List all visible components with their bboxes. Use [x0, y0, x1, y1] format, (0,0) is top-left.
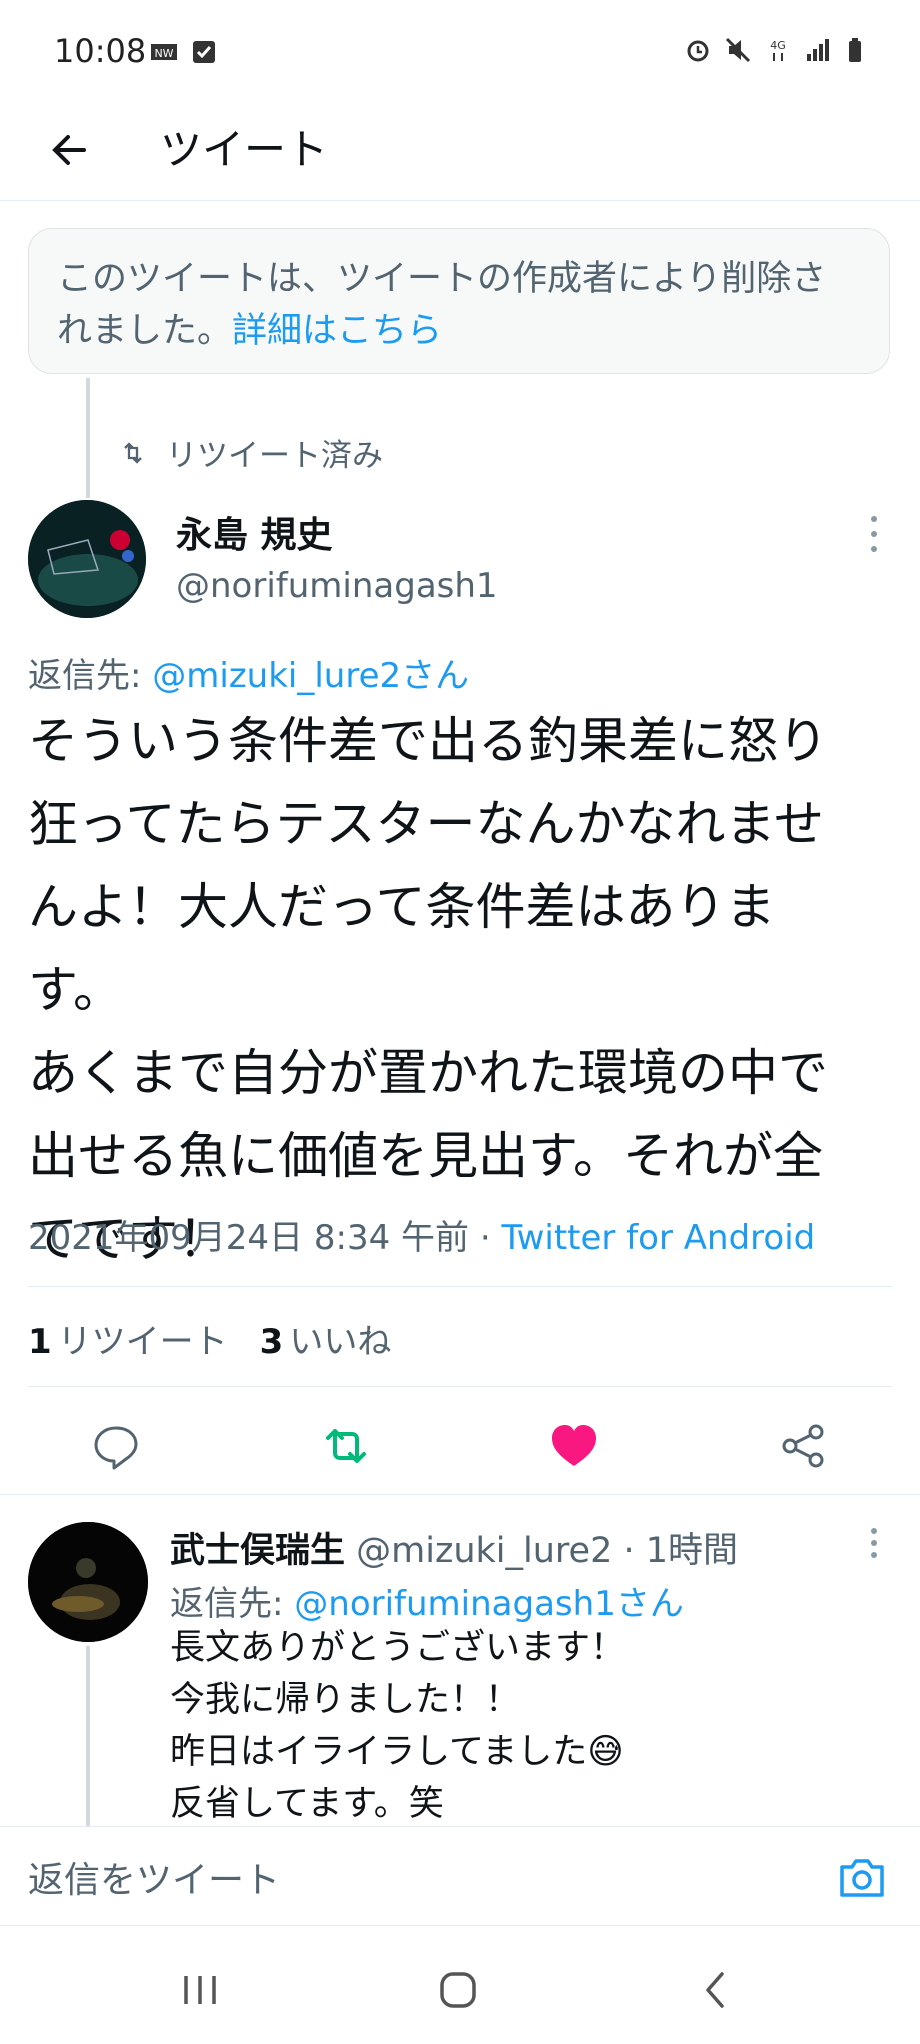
nw-icon: NW — [151, 44, 177, 60]
reply-reply-to: 返信先: @norifuminagash1さん — [170, 1576, 684, 1625]
page-title: ツイート — [160, 125, 329, 174]
retweets-stat[interactable]: 1 リツイート — [28, 1314, 228, 1363]
mute-icon — [725, 37, 751, 63]
4g-icon: 4G — [770, 39, 786, 61]
status-bar: 10:08 NW 4G — [0, 0, 920, 100]
avatar[interactable] — [28, 500, 146, 618]
reply-input[interactable]: 返信をツイート — [28, 1851, 280, 1903]
share-icon[interactable] — [776, 1418, 832, 1474]
retweet-small-icon — [124, 441, 142, 464]
likes-label: いいね — [289, 1322, 392, 1362]
reply-handle-time: @mizuki_lure2 · 1時間 — [345, 1531, 738, 1571]
retweets-label: リツイート — [57, 1322, 228, 1362]
divider — [28, 1386, 892, 1387]
details-link[interactable]: 詳細はこちら — [232, 311, 442, 351]
reply-to-prefix: 返信先: — [28, 656, 153, 696]
signal-icon — [807, 39, 829, 61]
tweet-source[interactable]: Twitter for Android — [501, 1218, 815, 1258]
reply-avatar-image — [28, 1522, 148, 1642]
thread-line — [86, 1646, 90, 1826]
user-name[interactable]: 永島 規史 — [176, 506, 333, 558]
reply-tweet[interactable]: 武士俣瑞生 @mizuki_lure2 · 1時間 返信先: @norifumi… — [0, 1496, 920, 1826]
battery-icon — [849, 38, 861, 62]
tweet-meta: 2021年09月24日 8:34 午前 · Twitter for Androi… — [28, 1210, 815, 1259]
avatar-image — [28, 500, 146, 618]
reply-text: 長文ありがとうございます！ 今我に帰りました！！ 昨日はイライラしてました😅 反… — [170, 1628, 626, 1824]
likes-stat[interactable]: 3 いいね — [260, 1314, 392, 1363]
divider — [0, 1494, 920, 1495]
like-icon[interactable] — [546, 1418, 602, 1474]
svg-text:4G: 4G — [770, 39, 786, 52]
compose-bar: 返信をツイート — [0, 1826, 920, 1926]
retweeted-text: リツイート済み — [166, 438, 383, 474]
reply-more-options-icon[interactable] — [868, 1528, 880, 1558]
reply-header: 武士俣瑞生 @mizuki_lure2 · 1時間 — [170, 1522, 738, 1573]
retweeted-label: リツイート済み — [118, 430, 383, 475]
back-arrow-icon[interactable] — [40, 120, 100, 180]
reply-reply-to-prefix: 返信先: — [170, 1584, 295, 1624]
tweet-stats: 1 リツイート 3 いいね — [28, 1314, 391, 1363]
home-icon[interactable] — [432, 1964, 484, 2016]
action-bar — [0, 1410, 920, 1480]
divider — [28, 1286, 892, 1287]
user-handle[interactable]: @norifuminagash1 — [176, 566, 498, 606]
reply-reply-to-link[interactable]: @norifuminagash1さん — [294, 1584, 684, 1624]
more-options-icon[interactable] — [868, 516, 880, 552]
system-back-icon[interactable] — [690, 1964, 742, 2016]
tweet-date: 2021年09月24日 8:34 午前 · — [28, 1218, 502, 1258]
reply-to: 返信先: @mizuki_lure2さん — [28, 648, 469, 697]
reply-user-name[interactable]: 武士俣瑞生 — [170, 1531, 345, 1571]
tweet-text: そういう条件差で出る釣果差に怒り 狂ってたらテスターなんかなれませ んよ！大人だ… — [28, 712, 828, 1268]
alarm-icon — [687, 40, 709, 62]
svg-text:NW: NW — [154, 47, 173, 60]
reply-icon[interactable] — [88, 1418, 144, 1474]
reply-to-link[interactable]: @mizuki_lure2さん — [152, 656, 469, 696]
likes-count: 3 — [259, 1322, 284, 1362]
recent-apps-icon[interactable] — [174, 1964, 226, 2016]
retweet-icon[interactable] — [318, 1418, 374, 1474]
retweets-count: 1 — [28, 1322, 52, 1362]
check-icon — [193, 41, 215, 63]
reply-avatar[interactable] — [28, 1522, 148, 1642]
camera-icon[interactable] — [834, 1849, 890, 1905]
status-time: 10:08 — [54, 32, 147, 70]
app-bar: ツイート — [0, 100, 920, 201]
thread-line — [86, 378, 90, 498]
deleted-tweet-notice: このツイートは、ツイートの作成者により削除されました。詳細はこちら — [28, 228, 890, 374]
system-nav-bar — [0, 1928, 920, 2044]
